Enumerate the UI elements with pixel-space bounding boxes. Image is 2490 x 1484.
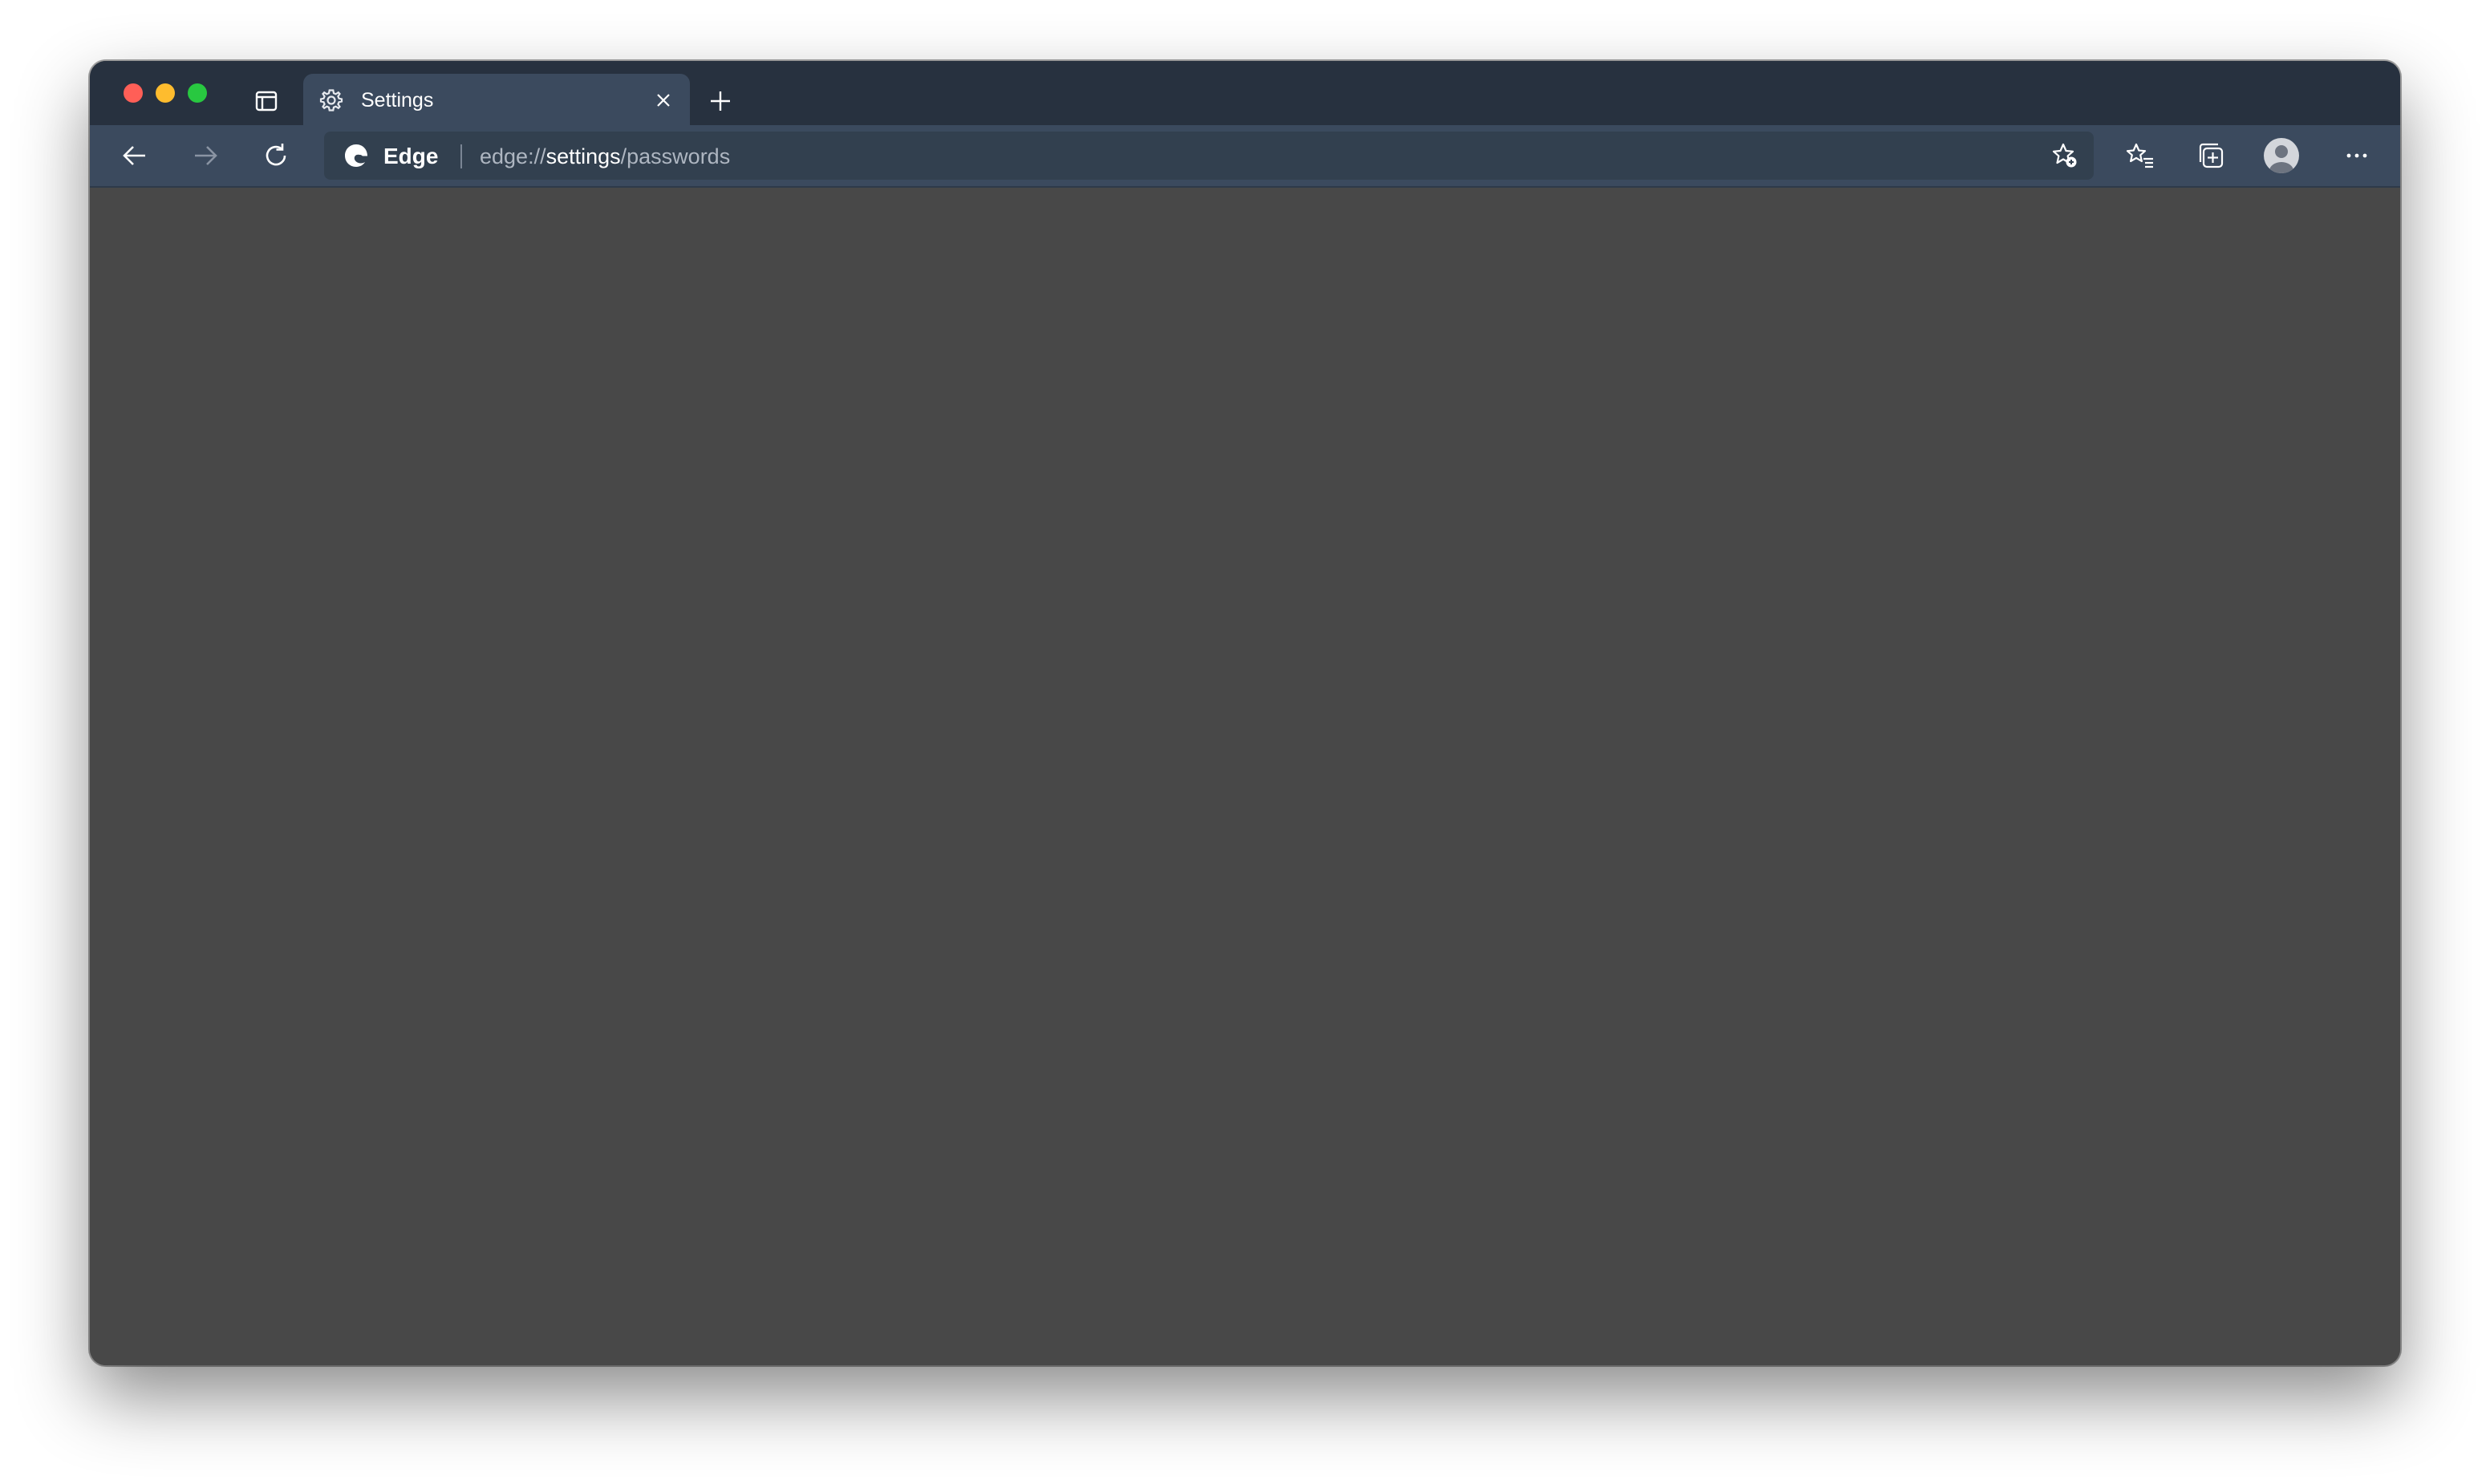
url-suffix: /passwords: [620, 144, 731, 168]
new-tab-button[interactable]: [701, 82, 740, 120]
navigation-toolbar: Edge edge://settings/passwords: [90, 125, 2400, 188]
url-prefix: edge://: [480, 144, 546, 168]
url-text[interactable]: edge://settings/passwords: [480, 143, 730, 170]
tab-actions-icon: [254, 89, 278, 113]
tab-actions-button[interactable]: [247, 82, 286, 120]
forward-arrow-icon: [191, 141, 220, 170]
tab-title: Settings: [361, 89, 434, 112]
address-bar[interactable]: Edge edge://settings/passwords: [324, 132, 2094, 180]
window-minimize-button[interactable]: [156, 83, 175, 103]
page-content: [90, 188, 2400, 1365]
plus-icon: [708, 89, 732, 113]
title-bar: Settings: [90, 61, 2400, 125]
add-favorite-button[interactable]: [2049, 140, 2081, 172]
collections-icon: [2196, 140, 2226, 171]
favorites-icon: [2125, 140, 2155, 171]
edge-logo-icon: [342, 141, 371, 170]
collections-button[interactable]: [2190, 135, 2232, 176]
profile-button[interactable]: [2259, 133, 2304, 178]
refresh-button[interactable]: [255, 135, 297, 176]
back-arrow-icon: [120, 141, 149, 170]
gear-icon: [318, 87, 345, 114]
back-button[interactable]: [114, 135, 156, 176]
forward-button[interactable]: [185, 135, 226, 176]
window-zoom-button[interactable]: [188, 83, 207, 103]
profile-avatar-icon: [2263, 137, 2300, 174]
window-close-button[interactable]: [124, 83, 143, 103]
browser-window: Settings Edge edge://settings/passwords: [90, 61, 2400, 1365]
refresh-icon: [262, 141, 290, 170]
site-identity-label: Edge: [383, 144, 439, 168]
tab-settings[interactable]: Settings: [303, 74, 690, 125]
tab-close-button[interactable]: [650, 87, 677, 114]
more-button[interactable]: [2336, 135, 2378, 176]
more-icon: [2342, 141, 2371, 170]
favorites-button[interactable]: [2119, 135, 2161, 176]
url-highlight: settings: [545, 144, 621, 168]
address-separator: [460, 144, 462, 168]
add-favorite-icon: [2050, 141, 2079, 170]
